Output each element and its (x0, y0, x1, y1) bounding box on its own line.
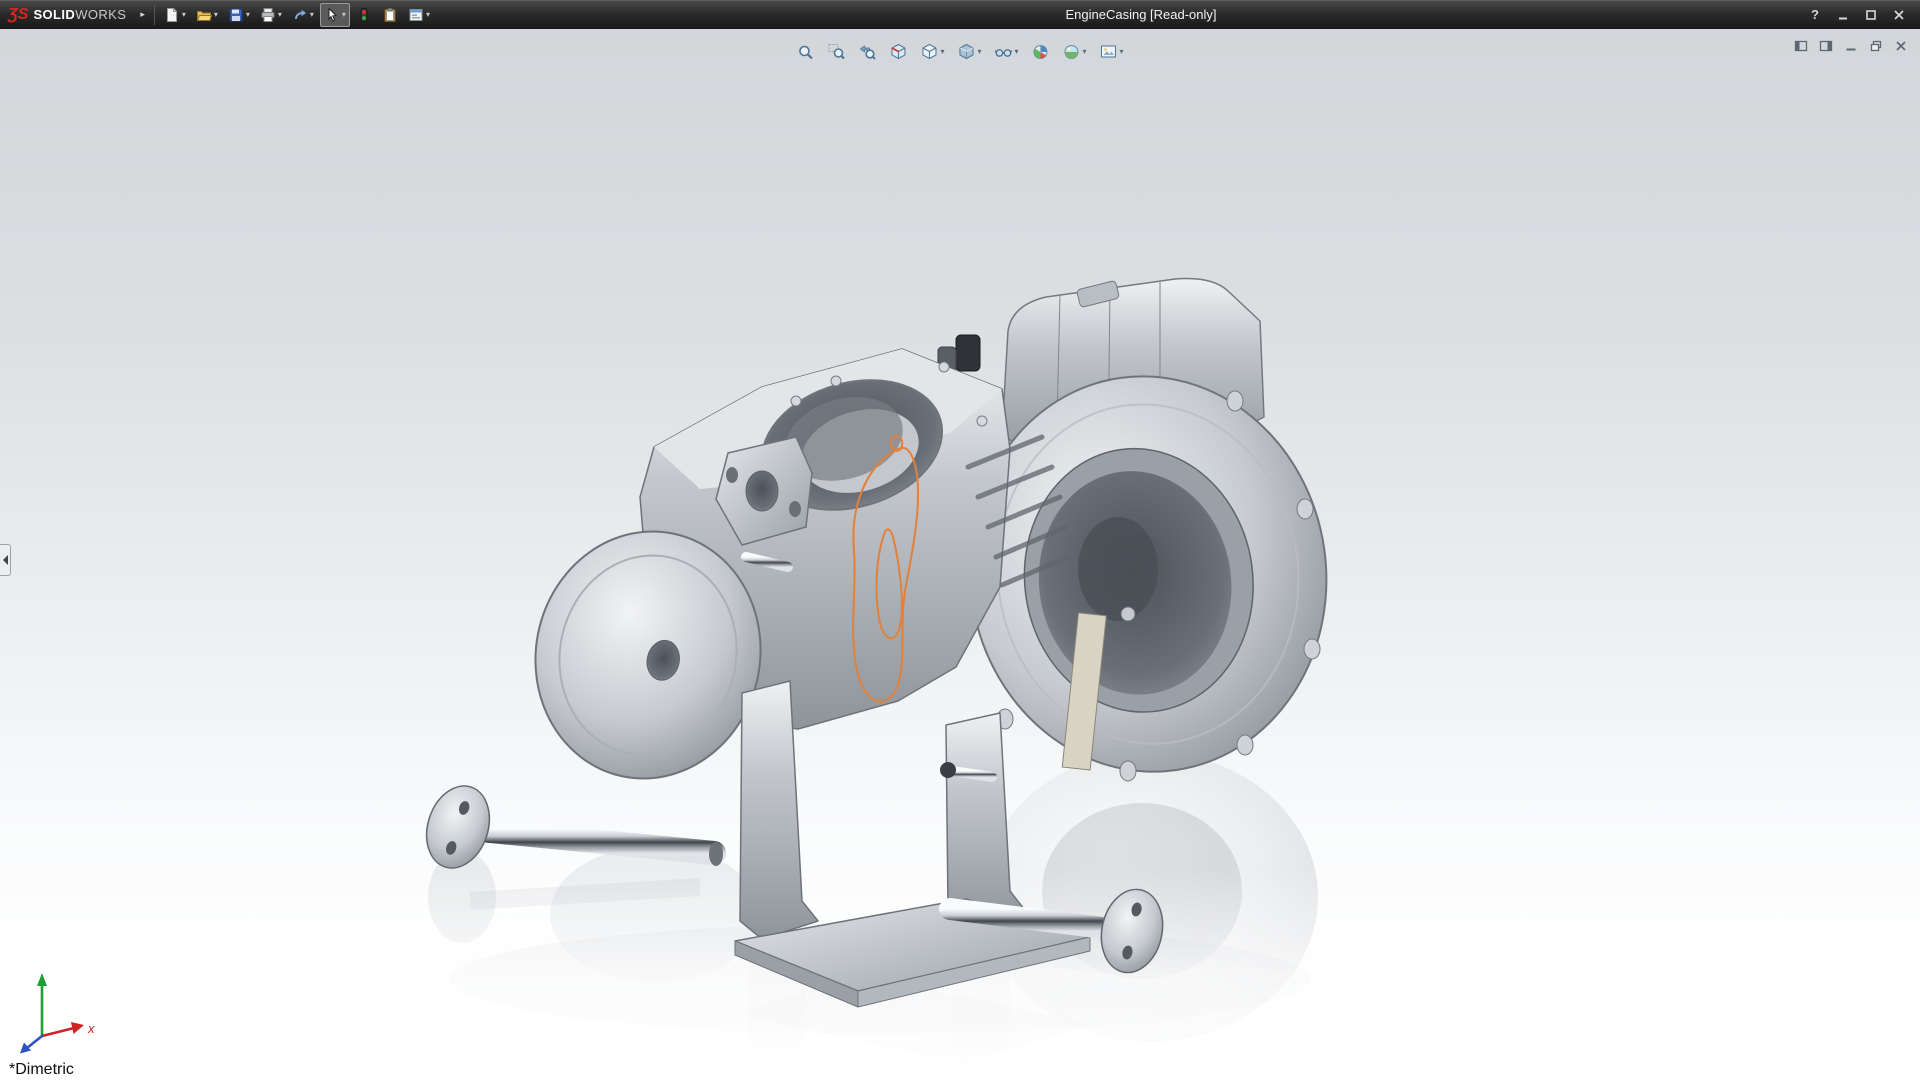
view-orientation-label: *Dimetric (9, 1061, 74, 1078)
save-floppy-icon (229, 8, 243, 21)
options-button[interactable]: ▾ (404, 3, 434, 27)
brand-name-light: WORKS (75, 7, 127, 22)
doc-restore-button[interactable] (1867, 37, 1885, 55)
view-orientation-button[interactable]: ▾ (915, 39, 949, 65)
select-cursor-icon (328, 6, 337, 22)
new-document-icon (166, 7, 177, 22)
document-title: EngineCasing [Read-only] (1065, 7, 1217, 22)
doc-restore-icon (1870, 40, 1882, 52)
quick-access-toolbar: ▾ ▾ ▾ ▾ ▾ ▾ ▾ (160, 2, 434, 27)
previous-view-icon (859, 45, 876, 60)
undo-arrow-icon (294, 9, 307, 19)
dropdown-caret-icon[interactable]: ▾ (1120, 48, 1124, 56)
rebuild-trafficlight-icon (360, 7, 368, 22)
display-style-icon (959, 43, 974, 60)
maximize-icon (1866, 9, 1876, 20)
graphics-area[interactable]: ▾ ▾ ▾ ▾ ▾ x *Dimetric (0, 29, 1920, 1080)
close-icon (1894, 9, 1904, 20)
edit-appearance-button[interactable] (1027, 39, 1055, 65)
help-button[interactable]: ? (1804, 5, 1826, 25)
dropdown-caret-icon[interactable]: ▾ (977, 48, 981, 56)
dropdown-caret-icon[interactable]: ▾ (1014, 48, 1018, 56)
print-icon (261, 7, 275, 22)
maximize-button[interactable] (1860, 5, 1882, 25)
hide-show-glasses-icon (994, 49, 1013, 57)
heads-up-view-toolbar: ▾ ▾ ▾ ▾ ▾ (791, 39, 1128, 65)
select-button[interactable]: ▾ (319, 2, 350, 27)
document-window-controls (1792, 37, 1910, 55)
view-settings-button[interactable]: ▾ (1095, 39, 1129, 65)
zoom-to-fit-icon (799, 45, 813, 60)
open-button[interactable]: ▾ (192, 3, 222, 27)
brand-name-bold: SOLID (33, 7, 76, 22)
titlebar: ƷS SOLIDWORKS ▸ ▾ ▾ ▾ ▾ ▾ ▾ ▾ EngineCasi… (0, 0, 1920, 29)
menu-expand-arrow[interactable]: ▸ (136, 9, 149, 20)
triad-x-label: x (87, 1021, 95, 1036)
dropdown-caret-icon[interactable]: ▾ (214, 10, 218, 19)
display-style-button[interactable]: ▾ (952, 39, 986, 65)
section-view-button[interactable] (884, 39, 912, 65)
view-orientation-cube-icon (922, 43, 937, 60)
minimize-button[interactable] (1832, 5, 1854, 25)
close-button[interactable] (1888, 5, 1910, 25)
open-folder-icon (196, 10, 212, 21)
section-view-icon (891, 43, 906, 60)
dropdown-caret-icon[interactable]: ▾ (278, 10, 282, 19)
pane-left-icon (1794, 40, 1808, 52)
save-button[interactable]: ▾ (224, 3, 254, 27)
doc-close-icon (1896, 41, 1906, 51)
solidworks-logo: ƷS SOLIDWORKS (0, 5, 136, 23)
dropdown-caret-icon[interactable]: ▾ (310, 10, 314, 19)
pane-right-button[interactable] (1817, 37, 1835, 55)
engine-casing-3d-model (0, 277, 1920, 1080)
apply-scene-icon (1064, 45, 1079, 59)
featuremanager-flyout-arrow[interactable] (0, 544, 11, 576)
dropdown-caret-icon[interactable]: ▾ (426, 10, 430, 19)
print-button[interactable]: ▾ (256, 3, 286, 27)
edit-appearance-ball-icon (1033, 45, 1048, 59)
dropdown-caret-icon[interactable]: ▾ (1083, 48, 1087, 56)
pane-left-button[interactable] (1792, 37, 1810, 55)
view-settings-icon (1101, 45, 1117, 58)
chevron-left-icon (2, 555, 8, 565)
doc-minimize-icon (1846, 48, 1856, 51)
new-document-button[interactable]: ▾ (160, 3, 190, 27)
file-properties-button[interactable] (378, 3, 402, 27)
zoom-to-area-icon (828, 44, 845, 60)
reference-triad: x (20, 973, 95, 1054)
apply-scene-button[interactable]: ▾ (1058, 39, 1092, 65)
file-properties-clipboard-icon (384, 7, 396, 22)
options-sheet-icon (409, 8, 423, 21)
dropdown-caret-icon[interactable]: ▾ (246, 10, 250, 19)
toolbar-separator (153, 4, 155, 25)
window-controls: ? (1804, 5, 1920, 25)
rebuild-button[interactable] (352, 3, 376, 27)
dropdown-caret-icon[interactable]: ▾ (342, 10, 346, 19)
dropdown-caret-icon[interactable]: ▾ (182, 10, 186, 19)
previous-view-button[interactable] (853, 39, 881, 65)
zoom-to-area-button[interactable] (822, 39, 850, 65)
doc-close-button[interactable] (1892, 37, 1910, 55)
hide-show-items-button[interactable]: ▾ (989, 39, 1023, 65)
undo-button[interactable]: ▾ (288, 3, 318, 27)
brand-name: SOLIDWORKS (33, 7, 126, 22)
pane-right-icon (1819, 40, 1833, 52)
minimize-icon (1839, 17, 1847, 19)
dassault-3ds-logo-icon: ƷS (8, 5, 29, 23)
zoom-to-fit-button[interactable] (791, 39, 819, 65)
doc-minimize-button[interactable] (1842, 37, 1860, 55)
dropdown-caret-icon[interactable]: ▾ (940, 48, 944, 56)
